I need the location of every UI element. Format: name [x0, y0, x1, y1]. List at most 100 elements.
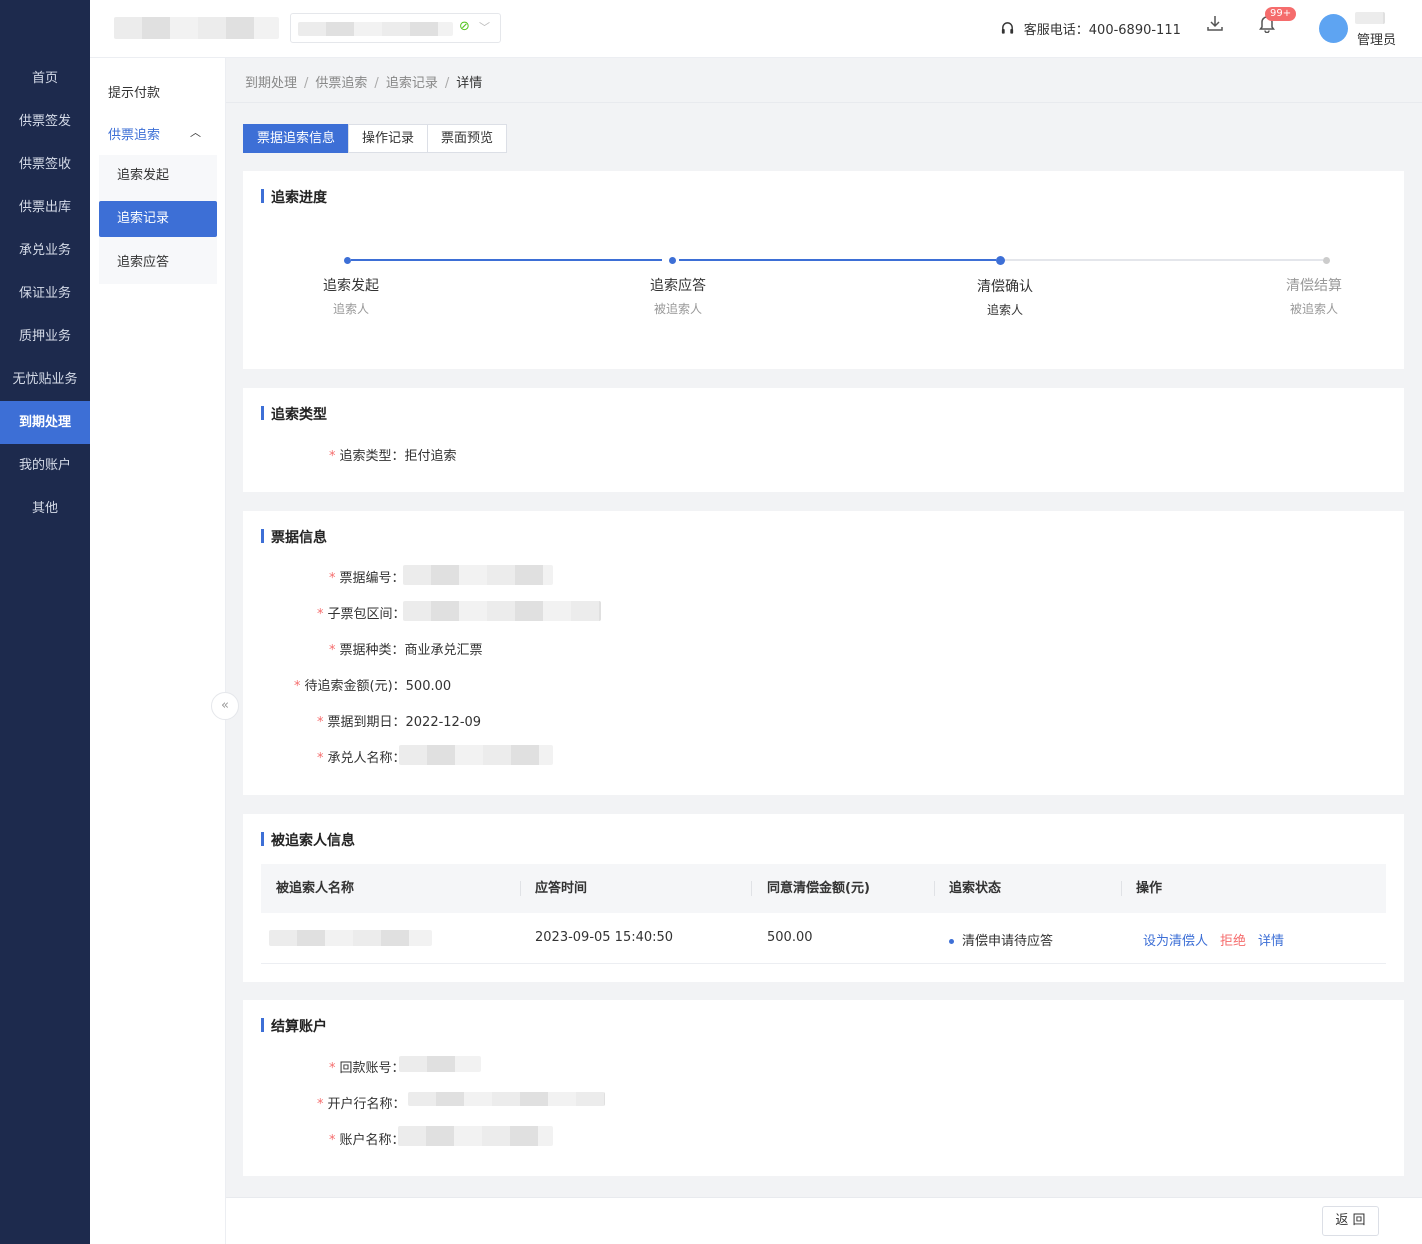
download-icon[interactable]: [1206, 14, 1224, 37]
acceptor-name-redacted: [399, 745, 553, 765]
user-name-redacted: [1355, 12, 1385, 24]
detail-tabs: 票据追索信息 操作记录 票面预览: [243, 124, 508, 153]
tab-operation-log[interactable]: 操作记录: [348, 124, 429, 153]
status-badge: 清偿申请待应答: [949, 930, 1053, 949]
sidebar-item-discount[interactable]: 无忧贴业务: [0, 358, 90, 401]
bank-name-redacted: [408, 1092, 605, 1106]
avatar[interactable]: [1319, 14, 1348, 43]
step-dot-pending: [1323, 257, 1330, 264]
recourse-type-card: 追索类型 * 追索类型：拒付追索: [243, 388, 1404, 492]
field-label: 追索类型：: [339, 449, 405, 464]
hotline-text: 客服电话：400-6890-111: [1023, 23, 1181, 38]
sidebar-item-my-account[interactable]: 我的账户: [0, 444, 90, 487]
step-confirm: 清偿确认 追索人: [977, 279, 1033, 317]
page-footer: 返 回: [226, 1197, 1422, 1244]
reject-link[interactable]: 拒绝: [1220, 934, 1246, 949]
account-name-redacted: [398, 1126, 553, 1146]
account-name-field: * 账户名称：: [329, 1133, 405, 1148]
maturity-date-field: * 票据到期日：2022-12-09: [317, 715, 482, 730]
sub-package-redacted: [403, 601, 601, 621]
subnav-item-recourse-initiate[interactable]: 追索发起: [99, 158, 217, 194]
table-header: 被追索人名称 应答时间 同意清偿金额(元) 追索状态 操作: [261, 864, 1386, 913]
sub-nav: 提示付款 供票追索 ︿ 追索发起 追索记录 追索应答: [90, 58, 226, 1244]
sidebar-logo-area: [0, 0, 90, 57]
bill-info-card: 票据信息 * 票据编号： * 子票包区间： * 票据种类：商业承兑汇票 * 待追索金额(…: [243, 511, 1404, 795]
top-bar: ⊘ ﹀ 客服电话：400-6890-111 99+ 管理员: [90, 0, 1422, 58]
acceptor-name-field: * 承兑人名称：: [317, 751, 406, 766]
progress-card: 追索进度 追索发起 追索人 追索应答 被追索人 清偿确认 追索人 清偿结算 被追…: [243, 171, 1404, 369]
set-payer-link[interactable]: 设为清偿人: [1143, 934, 1208, 949]
sidebar-item-pledge[interactable]: 质押业务: [0, 315, 90, 358]
tab-bill-preview[interactable]: 票面预览: [427, 124, 508, 153]
repayment-account-redacted: [399, 1056, 481, 1072]
company-select[interactable]: ⊘ ﹀: [290, 13, 501, 43]
card-title: 被追索人信息: [261, 830, 355, 850]
sidebar-item-maturity[interactable]: 到期处理: [0, 401, 90, 444]
sidebar-item-bill-receive[interactable]: 供票签收: [0, 143, 90, 186]
respondent-name-redacted: [269, 930, 432, 946]
chevron-down-icon: ﹀: [479, 21, 490, 34]
respondent-card: 被追索人信息 被追索人名称 应答时间 同意清偿金额(元) 追索状态 操作 202…: [243, 814, 1404, 982]
step-dot: [344, 257, 351, 264]
progress-line: [1005, 259, 1323, 261]
breadcrumb-item[interactable]: 追索记录: [386, 76, 438, 91]
check-circle-icon: ⊘: [459, 19, 470, 34]
agreed-amount: 500.00: [767, 930, 813, 945]
response-time: 2023-09-05 15:40:50: [535, 930, 674, 945]
breadcrumb-item[interactable]: 供票追索: [315, 76, 367, 91]
back-button[interactable]: 返 回: [1322, 1206, 1379, 1236]
step-respond: 追索应答 被追索人: [650, 278, 706, 316]
status-dot: [949, 939, 954, 944]
headset-icon: [1000, 20, 1020, 38]
subnav-group-recourse[interactable]: 供票追索: [108, 124, 160, 143]
main-content: 到期处理 / 供票追索 / 追索记录 / 详情 票据追索信息 操作记录 票面预览 追索进度 …: [226, 58, 1422, 1244]
recourse-type-field: * 追索类型：拒付追索: [329, 449, 457, 464]
sub-package-field: * 子票包区间：: [317, 607, 406, 622]
bank-name-field: * 开户行名称：: [317, 1097, 406, 1112]
column-header: 同意清偿金额(元): [767, 881, 870, 896]
company-name-redacted: [114, 17, 279, 39]
row-divider: [261, 963, 1386, 964]
card-title: 结算账户: [261, 1016, 327, 1036]
detail-link[interactable]: 详情: [1258, 934, 1284, 949]
card-title: 票据信息: [261, 527, 327, 547]
tab-recourse-info[interactable]: 票据追索信息: [243, 124, 350, 153]
bill-number-redacted: [403, 565, 553, 585]
card-title: 追索类型: [261, 404, 327, 424]
column-header: 应答时间: [535, 881, 588, 896]
step-dot-current: [996, 256, 1005, 265]
company-select-value-redacted: [298, 22, 453, 36]
step-initiate: 追索发起 追索人: [323, 278, 379, 316]
chevron-up-icon[interactable]: ︿: [190, 124, 201, 140]
sidebar-item-bill-issue[interactable]: 供票签发: [0, 100, 90, 143]
bill-type-field: * 票据种类：商业承兑汇票: [329, 643, 483, 658]
step-settle: 清偿结算 被追索人: [1286, 278, 1342, 316]
progress-line: [351, 259, 662, 261]
settlement-card: 结算账户 * 回款账号： * 开户行名称： * 账户名称：: [243, 1000, 1404, 1176]
sidebar-item-bill-outbound[interactable]: 供票出库: [0, 186, 90, 229]
notification-badge: 99+: [1265, 7, 1297, 21]
divider: [226, 102, 1422, 103]
progress-line: [679, 259, 996, 261]
service-hotline: 客服电话：400-6890-111: [1000, 19, 1181, 38]
sidebar-item-home[interactable]: 首页: [0, 57, 90, 100]
sidebar-item-other[interactable]: 其他: [0, 487, 90, 530]
repayment-account-field: * 回款账号：: [329, 1061, 405, 1076]
card-title: 追索进度: [261, 187, 327, 207]
subnav-item-payment-prompt[interactable]: 提示付款: [108, 82, 160, 101]
main-sidebar: 首页 供票签发 供票签收 供票出库 承兑业务 保证业务 质押业务 无忧贴业务 到…: [0, 0, 90, 1244]
subnav-item-recourse-response[interactable]: 追索应答: [99, 245, 217, 281]
step-dot: [669, 257, 676, 264]
user-role: 管理员: [1357, 33, 1397, 48]
column-header: 追索状态: [949, 881, 1002, 896]
recourse-amount-field: * 待追索金额(元)：500.00: [294, 679, 452, 694]
row-actions: 设为清偿人 拒绝 详情: [1143, 930, 1296, 949]
breadcrumb: 到期处理 / 供票追索 / 追索记录 / 详情: [245, 76, 483, 91]
sidebar-item-acceptance[interactable]: 承兑业务: [0, 229, 90, 272]
column-header: 被追索人名称: [276, 881, 355, 896]
sidebar-item-guarantee[interactable]: 保证业务: [0, 272, 90, 315]
bill-number-field: * 票据编号：: [329, 571, 405, 586]
breadcrumb-item[interactable]: 到期处理: [245, 76, 297, 91]
field-value: 拒付追索: [404, 449, 457, 464]
subnav-item-recourse-records[interactable]: 追索记录: [99, 201, 217, 237]
